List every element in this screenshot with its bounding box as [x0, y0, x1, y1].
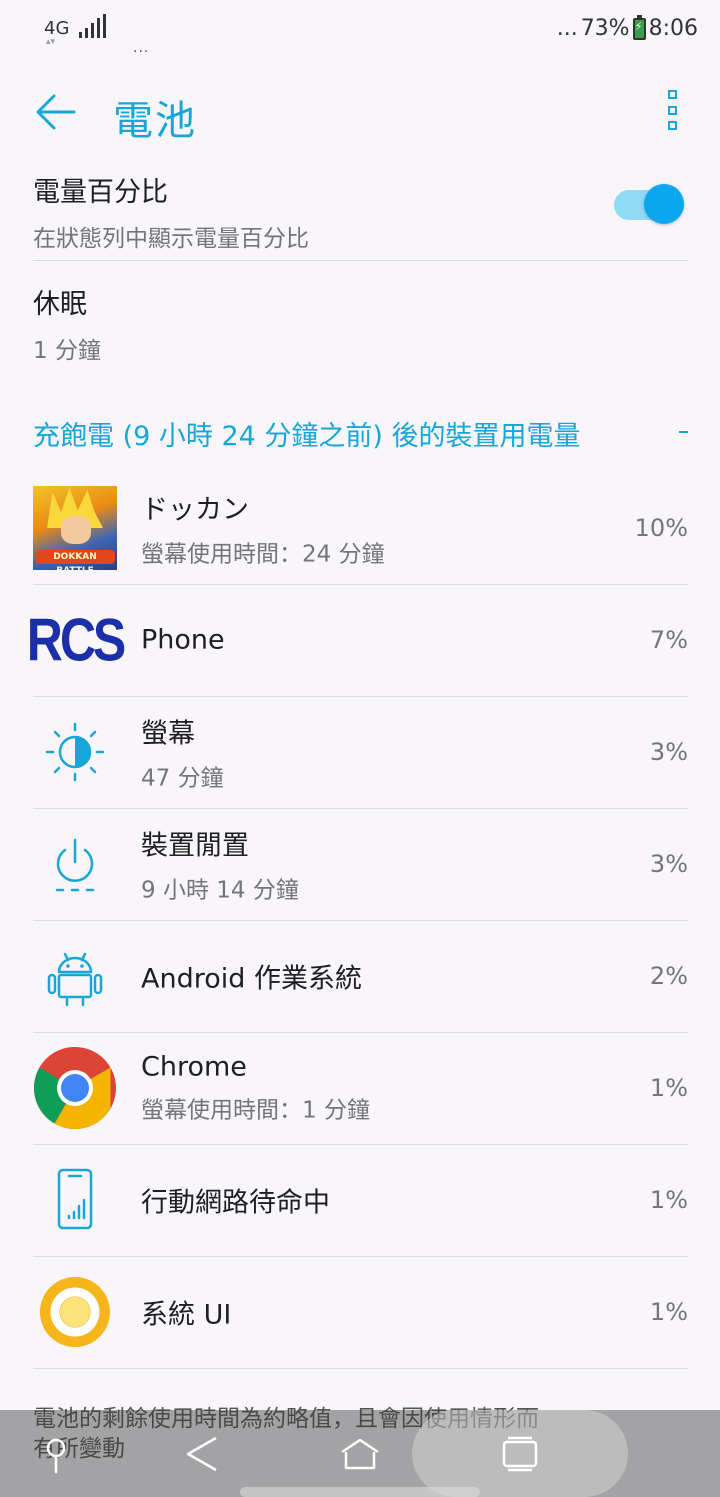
system-ui-icon [33, 1270, 117, 1354]
usage-item-percent: 1% [649, 1074, 688, 1102]
back-triangle-icon[interactable] [180, 1432, 224, 1476]
usage-item-idle[interactable]: 裝置閒置 9 小時 14 分鐘 3% [33, 808, 688, 920]
usage-item-android-os[interactable]: Android 作業系統 2% [33, 920, 688, 1032]
battery-charging-icon [632, 14, 646, 40]
usage-item-chrome[interactable]: Chrome 螢幕使用時間：1 分鐘 1% [33, 1032, 688, 1144]
android-icon [33, 934, 117, 1018]
status-left: 4G ▴▾ [44, 14, 107, 47]
network-label: 4G [44, 18, 70, 39]
usage-item-percent: 2% [649, 962, 688, 990]
usage-item-percent: 7% [649, 626, 688, 654]
divider [33, 260, 688, 261]
recents-icon[interactable] [498, 1432, 542, 1476]
battery-percentage-toggle[interactable] [614, 184, 684, 224]
usage-item-percent: 3% [649, 738, 688, 766]
usage-item-percent: 1% [649, 1298, 688, 1326]
battery-percent: 73% [580, 16, 630, 41]
more-vert-icon[interactable] [664, 90, 680, 130]
usage-item-cell-standby[interactable]: 行動網路待命中 1% [33, 1144, 688, 1256]
brightness-icon [33, 710, 117, 794]
usage-item-detail: 螢幕使用時間：1 分鐘 [141, 1097, 370, 1124]
usage-item-system-ui[interactable]: 系統 UI 1% [33, 1256, 688, 1368]
signal-icon [79, 14, 107, 38]
setting-battery-percentage[interactable]: 電量百分比 在狀態列中顯示電量百分比 [33, 170, 688, 252]
setting-summary: 在狀態列中顯示電量百分比 [33, 226, 309, 252]
page-title: 電池 [113, 98, 197, 144]
usage-item-name: ドッカン [141, 494, 249, 526]
usage-item-screen[interactable]: 螢幕 47 分鐘 3% [33, 696, 688, 808]
rcs-icon: RCS [26, 606, 127, 674]
usage-item-name: 行動網路待命中 [141, 1187, 330, 1219]
arrow-left-icon[interactable] [34, 90, 78, 134]
power-icon [33, 822, 117, 906]
usage-item-detail: 47 分鐘 [141, 765, 224, 792]
toggle-thumb [644, 184, 684, 224]
chrome-icon [33, 1046, 117, 1130]
usage-item-name: 螢幕 [141, 718, 195, 750]
usage-item-name: Chrome [141, 1051, 247, 1083]
setting-title: 電量百分比 [33, 177, 168, 208]
usage-item-dokkan[interactable]: DOKKAN BATTLE ドッカン 螢幕使用時間：24 分鐘 10% [33, 472, 688, 584]
usage-item-percent: 10% [634, 514, 688, 542]
app-bar: 電池 [0, 80, 720, 150]
clock: 8:06 [648, 16, 698, 41]
setting-sleep[interactable]: 休眠 1 分鐘 [33, 282, 688, 364]
usage-item-detail: 螢幕使用時間：24 分鐘 [141, 541, 385, 568]
usage-item-percent: 1% [649, 1186, 688, 1214]
usage-item-name: 裝置閒置 [141, 830, 249, 862]
usage-section-header: 充飽電 (9 小時 24 分鐘之前) 後的裝置用電量 [33, 421, 581, 452]
gesture-handle [240, 1487, 480, 1497]
section-dash [679, 431, 688, 433]
dokkan-battle-icon: DOKKAN BATTLE [33, 486, 117, 570]
usage-item-phone[interactable]: RCS Phone 7% [26, 584, 688, 696]
setting-title: 休眠 [33, 289, 87, 320]
usage-item-name: 系統 UI [141, 1299, 232, 1331]
data-activity-icon: ▴▾ [46, 37, 56, 47]
divider [33, 1368, 688, 1369]
usage-item-name: Android 作業系統 [141, 963, 362, 995]
setting-summary: 1 分鐘 [33, 338, 101, 364]
network-type: 4G ▴▾ [44, 18, 70, 47]
pin-icon[interactable] [34, 1432, 78, 1476]
status-bar: 4G ▴▾ ... ... 73% 8:06 [0, 0, 720, 60]
usage-item-detail: 9 小時 14 分鐘 [141, 877, 299, 904]
cell-standby-icon [33, 1158, 117, 1242]
notification-dots: ... [133, 40, 150, 56]
usage-item-percent: 3% [649, 850, 688, 878]
battery-prefix: ... [556, 16, 578, 41]
navigation-bar [0, 1410, 720, 1497]
usage-item-name: Phone [141, 624, 225, 656]
status-right: ... 73% 8:06 [556, 14, 698, 41]
home-icon[interactable] [338, 1432, 382, 1476]
